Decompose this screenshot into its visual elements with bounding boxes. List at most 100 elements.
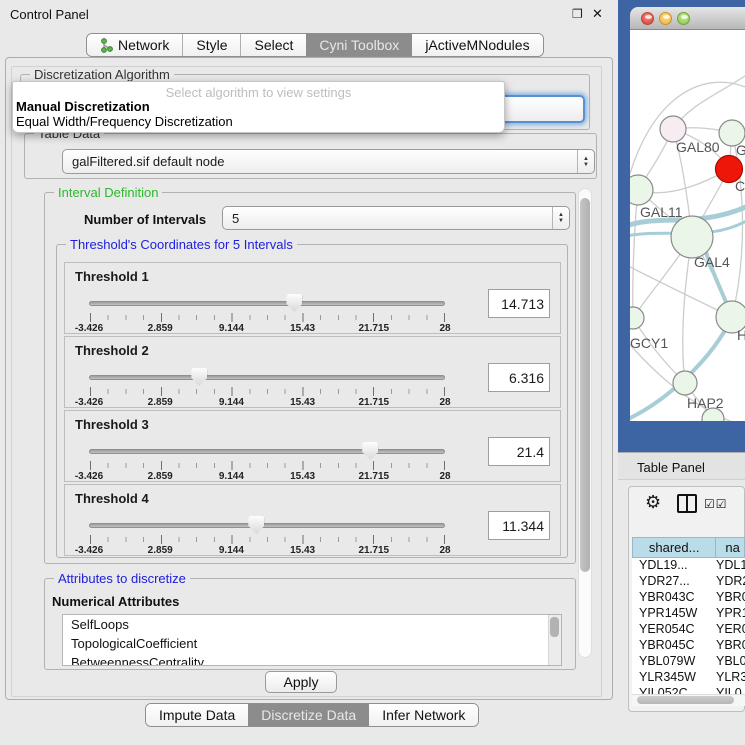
network-node-label: GAL11 bbox=[640, 204, 683, 220]
threshold-3-value-field[interactable]: 21.4 bbox=[488, 437, 550, 466]
tab-jactivemnodules[interactable]: jActiveMNodules bbox=[412, 34, 542, 56]
dropdown-option-equal-width-frequency[interactable]: Equal Width/Frequency Discretization bbox=[13, 114, 504, 129]
attribute-list-item[interactable]: TopologicalCoefficient bbox=[63, 634, 561, 653]
table-cell[interactable]: YIL052C bbox=[632, 686, 716, 694]
table-row[interactable]: YBR045CYBR0 bbox=[632, 638, 745, 654]
network-node-gcy1[interactable] bbox=[630, 307, 644, 329]
tab-discretize-data[interactable]: Discretize Data bbox=[248, 704, 369, 726]
threshold-1-slider[interactable]: -3.4262.8599.14415.4321.71528 bbox=[89, 291, 445, 331]
tab-cyni-toolbox-label: Cyni Toolbox bbox=[319, 37, 399, 53]
window-zoom-icon[interactable] bbox=[677, 12, 690, 25]
table-data-combobox[interactable]: galFiltered.sif default node ▲▼ bbox=[62, 149, 595, 174]
slider-tick-label: 15.43 bbox=[290, 323, 315, 334]
table-cell[interactable]: YDL1 bbox=[716, 558, 745, 574]
table-rows[interactable]: YDL19...YDL1YDR27...YDR2YBR043CYBR0YPR14… bbox=[632, 558, 745, 694]
table-cell[interactable]: YBR045C bbox=[632, 638, 716, 654]
table-cell[interactable]: YLR345W bbox=[632, 670, 716, 686]
float-window-icon[interactable]: ❐ bbox=[572, 7, 583, 21]
numerical-attributes-list[interactable]: SelfLoopsTopologicalCoefficientBetweenne… bbox=[62, 614, 562, 666]
list-scrollbar-thumb[interactable] bbox=[550, 617, 559, 637]
slider-tick-label: 2.859 bbox=[148, 323, 173, 334]
slider-thumb[interactable] bbox=[286, 294, 302, 312]
threshold-4-value-field[interactable]: 11.344 bbox=[488, 511, 550, 540]
slider-thumb[interactable] bbox=[248, 516, 264, 534]
tab-network-label: Network bbox=[118, 37, 169, 53]
slider-track[interactable] bbox=[89, 449, 445, 454]
number-of-intervals-combobox[interactable]: 5 ▲▼ bbox=[222, 206, 570, 230]
tab-cyni-toolbox[interactable]: Cyni Toolbox bbox=[306, 34, 412, 56]
tab-infer-network[interactable]: Infer Network bbox=[369, 704, 478, 726]
apply-button[interactable]: Apply bbox=[265, 671, 337, 693]
close-panel-icon[interactable]: ✕ bbox=[592, 6, 603, 22]
table-cell[interactable]: YLR3 bbox=[716, 670, 745, 686]
attribute-list-item[interactable]: BetweennessCentrality bbox=[63, 653, 561, 666]
table-row[interactable]: YDL19...YDL1 bbox=[632, 558, 745, 574]
table-cell[interactable]: YDL19... bbox=[632, 558, 716, 574]
panel-vertical-scrollbar-thumb[interactable] bbox=[580, 198, 590, 572]
threshold-3-label: Threshold 3 bbox=[75, 417, 149, 432]
slider-thumb[interactable] bbox=[191, 368, 207, 386]
slider-tick-label: -3.426 bbox=[75, 397, 103, 408]
stepper-arrows-icon[interactable]: ▲▼ bbox=[577, 150, 594, 173]
threshold-2-label: Threshold 2 bbox=[75, 343, 149, 358]
network-node-label: HAP2 bbox=[687, 395, 724, 411]
table-cell[interactable]: YIL0 bbox=[716, 686, 745, 694]
slider-tick-label: 21.715 bbox=[359, 545, 390, 556]
network-edge[interactable] bbox=[633, 190, 638, 318]
slider-track[interactable] bbox=[89, 375, 445, 380]
table-cell[interactable]: YDR2 bbox=[716, 574, 745, 590]
network-view-canvas[interactable]: GAL80GACGAL11GAL4GCY1HHAP2 bbox=[630, 30, 745, 421]
list-scrollbar[interactable] bbox=[548, 615, 561, 665]
cyni-bottom-tabbar: Impute Data Discretize Data Infer Networ… bbox=[145, 703, 479, 727]
network-node-gal4[interactable] bbox=[671, 216, 713, 258]
tab-network[interactable]: Network bbox=[87, 34, 182, 56]
threshold-4-slider[interactable]: -3.4262.8599.14415.4321.71528 bbox=[89, 513, 445, 553]
threshold-2-slider[interactable]: -3.4262.8599.14415.4321.71528 bbox=[89, 365, 445, 405]
threshold-3-slider[interactable]: -3.4262.8599.14415.4321.71528 bbox=[89, 439, 445, 479]
split-columns-icon[interactable] bbox=[677, 494, 697, 513]
table-horizontal-scrollbar-thumb[interactable] bbox=[637, 696, 734, 704]
gear-icon[interactable]: ⚙ bbox=[645, 492, 661, 513]
slider-track[interactable] bbox=[89, 523, 445, 528]
column-header-shared-name[interactable]: shared... bbox=[632, 537, 716, 558]
table-row[interactable]: YBL079WYBL0 bbox=[632, 654, 745, 670]
table-row[interactable]: YDR27...YDR2 bbox=[632, 574, 745, 590]
table-cell[interactable]: YBR0 bbox=[716, 590, 745, 606]
table-cell[interactable]: YBL079W bbox=[632, 654, 716, 670]
table-cell[interactable]: YER0 bbox=[716, 622, 745, 638]
table-cell[interactable]: YBR0 bbox=[716, 638, 745, 654]
tab-impute-data[interactable]: Impute Data bbox=[146, 704, 248, 726]
stepper-arrows-icon[interactable]: ▲▼ bbox=[552, 207, 569, 229]
network-edge[interactable] bbox=[630, 265, 732, 317]
window-close-icon[interactable] bbox=[641, 12, 654, 25]
network-window-titlebar[interactable] bbox=[630, 7, 745, 30]
attribute-list-item[interactable]: SelfLoops bbox=[63, 615, 561, 634]
slider-thumb[interactable] bbox=[362, 442, 378, 460]
slider-major-ticks bbox=[90, 535, 445, 544]
network-edge[interactable] bbox=[683, 237, 692, 383]
tab-style[interactable]: Style bbox=[182, 34, 240, 56]
column-header-name[interactable]: na bbox=[716, 537, 745, 558]
table-cell[interactable]: YBR043C bbox=[632, 590, 716, 606]
table-row[interactable]: YLR345WYLR3 bbox=[632, 670, 745, 686]
slider-tick-label: 21.715 bbox=[359, 471, 390, 482]
network-node-hap2[interactable] bbox=[673, 371, 697, 395]
checkbox-filter-icons[interactable]: ☑☑ bbox=[704, 497, 728, 511]
tab-impute-data-label: Impute Data bbox=[159, 707, 235, 723]
table-row[interactable]: YIL052CYIL0 bbox=[632, 686, 745, 694]
table-cell[interactable]: YER054C bbox=[632, 622, 716, 638]
slider-tick-label: 28 bbox=[439, 323, 450, 334]
table-row[interactable]: YPR145WYPR1 bbox=[632, 606, 745, 622]
table-cell[interactable]: YPR1 bbox=[716, 606, 745, 622]
table-cell[interactable]: YDR27... bbox=[632, 574, 716, 590]
table-cell[interactable]: YBL0 bbox=[716, 654, 745, 670]
threshold-2-value-field[interactable]: 6.316 bbox=[488, 363, 550, 392]
table-row[interactable]: YBR043CYBR0 bbox=[632, 590, 745, 606]
window-minimize-icon[interactable] bbox=[659, 12, 672, 25]
dropdown-option-manual-discretization[interactable]: Manual Discretization bbox=[13, 99, 504, 114]
threshold-1-value-field[interactable]: 14.713 bbox=[488, 289, 550, 318]
slider-track[interactable] bbox=[89, 301, 445, 306]
table-cell[interactable]: YPR145W bbox=[632, 606, 716, 622]
table-row[interactable]: YER054CYER0 bbox=[632, 622, 745, 638]
tab-select[interactable]: Select bbox=[240, 34, 306, 56]
